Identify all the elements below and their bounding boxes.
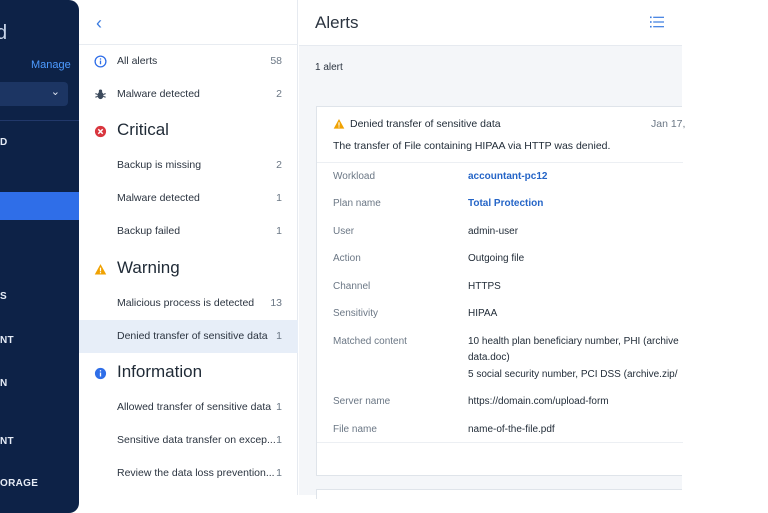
alert-date: Jan 17,: [651, 118, 686, 130]
nav-divider: [0, 120, 79, 121]
alert-card-next[interactable]: [316, 489, 682, 499]
list-item[interactable]: Sensitive data transfer on excep... 1: [79, 424, 298, 457]
manage-link[interactable]: Manage: [31, 59, 71, 71]
list-item-malware[interactable]: Malware detected 2: [79, 78, 298, 111]
field-label: Plan name: [333, 198, 381, 209]
group-title: Critical: [117, 120, 169, 139]
list-item-label: Allowed transfer of sensitive data: [117, 401, 272, 413]
list-item[interactable]: Malware detected 1: [79, 182, 298, 215]
list-item-count: 2: [276, 88, 282, 100]
list-item-label: Backup failed: [117, 225, 181, 237]
field-value: https://domain.com/upload-form: [468, 396, 609, 407]
nav-item-4[interactable]: N: [0, 378, 79, 389]
field-value: 10 health plan beneficiary number, PHI (…: [468, 336, 679, 347]
list-item-label: Malware detected: [117, 192, 200, 204]
list-item-label: Review the data loss prevention...: [117, 467, 275, 479]
group-title: Warning: [117, 258, 180, 277]
field-label: Matched content: [333, 336, 407, 347]
list-item-count: 1: [276, 192, 282, 204]
alert-count: 1 alert: [315, 62, 343, 73]
field-label: File name: [333, 424, 377, 435]
back-chevron-icon[interactable]: ‹: [96, 13, 102, 34]
list-item[interactable]: Backup is missing 2: [79, 149, 298, 182]
field-value: Outgoing file: [468, 253, 525, 264]
list-item-selected[interactable]: Denied transfer of sensitive data 1: [79, 320, 298, 353]
field-value: 5 social security number, PCI DSS (archi…: [468, 369, 678, 380]
nav-item-5[interactable]: NT: [0, 436, 79, 447]
group-title: Information: [117, 362, 203, 381]
list-item-count: 13: [270, 297, 282, 309]
list-item-count: 2: [276, 159, 282, 171]
list-item-count: 1: [276, 467, 282, 479]
nav-item-2[interactable]: S: [0, 291, 79, 302]
field-value: HTTPS: [468, 281, 501, 292]
group-critical: Critical: [79, 115, 298, 145]
list-item-count: 1: [276, 330, 282, 342]
plan-link[interactable]: Total Protection: [468, 198, 543, 209]
detail-header: Alerts: [299, 0, 682, 46]
alert-card[interactable]: Denied transfer of sensitive data Jan 17…: [316, 106, 686, 476]
field-label: Action: [333, 253, 361, 264]
nav-item-1[interactable]: D: [0, 137, 79, 148]
alert-title: Denied transfer of sensitive data: [350, 118, 501, 130]
field-label: Server name: [333, 396, 391, 407]
field-value: name-of-the-file.pdf: [468, 424, 555, 435]
list-item-label: Backup is missing: [117, 159, 202, 171]
field-value: data.doc): [468, 352, 510, 363]
list-item-label: Denied transfer of sensitive data: [117, 330, 268, 342]
alerts-detail-panel: Alerts 1 alert Denied transfer of sensit…: [299, 0, 686, 499]
nav-item-6[interactable]: ORAGE: [0, 478, 79, 489]
info-outline-icon: [94, 55, 107, 68]
list-item-label: Malicious process is detected: [117, 297, 255, 309]
list-item-label: Malware detected: [117, 88, 200, 100]
field-label: Workload: [333, 171, 376, 182]
card-divider: [317, 442, 683, 443]
list-filter-icon[interactable]: [650, 15, 664, 29]
workload-link[interactable]: accountant-pc12: [468, 171, 547, 182]
page-title: Alerts: [315, 13, 359, 32]
field-value: admin-user: [468, 226, 519, 237]
info-icon: [94, 367, 107, 380]
list-item-label: Sensitive data transfer on excep...: [117, 434, 276, 446]
field-label: User: [333, 226, 355, 237]
main-navigation: d Manage ⌄ D S NT N NT ORAGE: [0, 0, 79, 513]
list-item[interactable]: Backup failed 1: [79, 215, 298, 248]
list-item-count: 58: [270, 55, 282, 67]
alert-card-header: Denied transfer of sensitive data Jan 17…: [317, 107, 686, 163]
warning-triangle-icon: [333, 119, 345, 129]
critical-x-icon: [94, 125, 107, 138]
list-item[interactable]: Review the data loss prevention... 1: [79, 457, 298, 490]
alert-category-list: ‹ All alerts 58 Malware detected 2 Criti…: [79, 0, 298, 495]
nav-item-3[interactable]: NT: [0, 335, 79, 346]
alert-description: The transfer of File containing HIPAA vi…: [333, 140, 611, 152]
list-item-count: 1: [276, 434, 282, 446]
tenant-select[interactable]: ⌄: [0, 82, 68, 106]
list-item-count: 1: [276, 401, 282, 413]
chevron-down-icon: ⌄: [50, 86, 60, 98]
list-item[interactable]: Malicious process is detected 13: [79, 287, 298, 320]
group-warning: Warning: [79, 253, 298, 283]
field-value: HIPAA: [468, 308, 498, 319]
list-item-count: 1: [276, 225, 282, 237]
list-item[interactable]: Allowed transfer of sensitive data 1: [79, 391, 298, 424]
field-label: Channel: [333, 281, 371, 292]
list-item-label: All alerts: [117, 55, 158, 67]
group-information: Information: [79, 357, 298, 387]
field-label: Sensitivity: [333, 308, 379, 319]
bug-icon: [95, 89, 106, 100]
nav-item-active[interactable]: [0, 192, 79, 220]
warning-triangle-icon: [94, 264, 107, 275]
list-item-all-alerts[interactable]: All alerts 58: [79, 45, 298, 78]
logo-text: d: [0, 22, 8, 44]
